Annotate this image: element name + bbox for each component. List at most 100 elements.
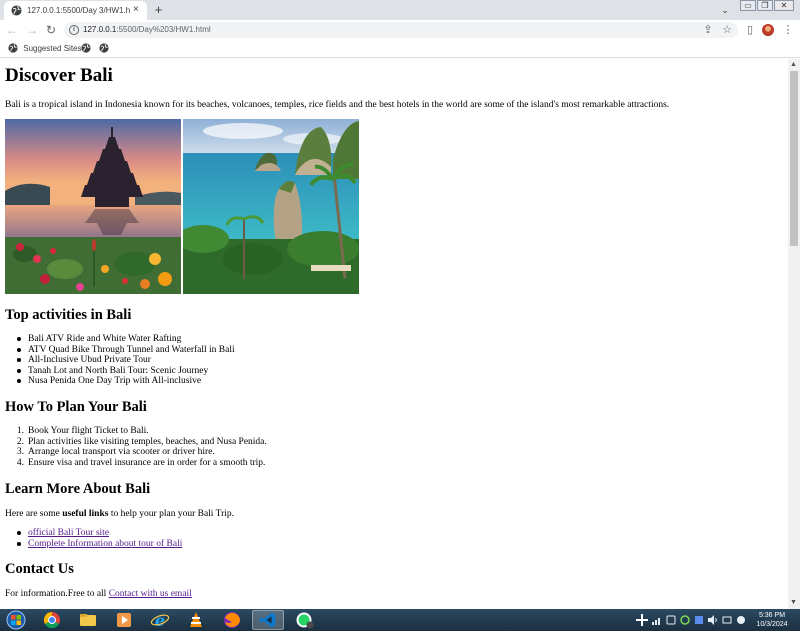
bookmark-item[interactable] bbox=[81, 43, 91, 55]
tab-search-icon[interactable]: ⌄ bbox=[718, 3, 732, 17]
bullet-icon bbox=[17, 379, 21, 383]
intro-paragraph: Bali is a tropical island in Indonesia k… bbox=[5, 100, 670, 110]
bookmarks-bar: Suggested Sites bbox=[0, 40, 800, 58]
plan-text: Plan activities like visiting temples, b… bbox=[28, 436, 267, 447]
start-button[interactable] bbox=[2, 610, 30, 630]
bullet-icon bbox=[17, 531, 21, 535]
list-item: Bali ATV Ride and White Water Rafting bbox=[17, 334, 235, 345]
bookmark-star-icon[interactable]: ☆ bbox=[719, 22, 735, 38]
bullet-icon bbox=[17, 541, 21, 546]
plan-text: Ensure visa and travel insurance are in … bbox=[28, 457, 266, 468]
svg-text:e: e bbox=[155, 611, 165, 630]
globe-icon bbox=[99, 43, 109, 53]
site-info-icon[interactable]: i bbox=[69, 25, 79, 35]
plan-list: 1. Book Your flight Ticket to Bali. 2. Pla… bbox=[17, 426, 267, 469]
list-number: 2. bbox=[16, 436, 24, 447]
activities-heading: Top activities in Bali bbox=[5, 307, 132, 323]
tab-title: 127.0.0.1:5500/Day 3/HW1.html bbox=[27, 6, 130, 15]
whatsapp-icon[interactable] bbox=[288, 610, 320, 630]
temple-photo bbox=[5, 119, 181, 294]
maximize-button[interactable]: ❐ bbox=[757, 0, 773, 11]
tab-close-icon[interactable]: × bbox=[133, 5, 139, 15]
vlc-icon[interactable] bbox=[180, 610, 212, 630]
contact-text: For information.Free to all bbox=[5, 589, 109, 599]
plan-heading: How To Plan Your Bali bbox=[5, 399, 147, 415]
list-item: 4. Ensure visa and travel insurance are i… bbox=[17, 457, 267, 469]
clock-date: 10/3/2024 bbox=[756, 621, 788, 628]
activity-text: Nusa Penida One Day Trip with All-inclus… bbox=[28, 376, 202, 386]
page-title: Discover Bali bbox=[5, 65, 113, 86]
bookmark-suggested-sites[interactable]: Suggested Sites bbox=[8, 43, 82, 55]
complete-info-link[interactable]: Complete Information about tour of Bali bbox=[28, 539, 182, 549]
browser-toolbar: ← → ↻ i 127.0.0.1:5500/Day%203/HW1.html … bbox=[0, 20, 800, 40]
list-item: All-Inclusive Ubud Private Tour bbox=[17, 355, 235, 366]
add-icon[interactable] bbox=[636, 614, 648, 626]
list-item: ATV Quad Bike Through Tunnel and Waterfa… bbox=[17, 345, 235, 356]
menu-icon[interactable]: ⋮ bbox=[780, 22, 796, 38]
url-path: :5500/Day%203/HW1.html bbox=[116, 25, 211, 34]
tray-app-icon[interactable] bbox=[694, 615, 704, 625]
activity-text: All-Inclusive Ubud Private Tour bbox=[28, 355, 151, 365]
beach-photo bbox=[183, 119, 359, 294]
bookmark-label: Suggested Sites bbox=[23, 44, 82, 53]
media-player-icon[interactable] bbox=[108, 610, 140, 630]
learn-text: to help your plan your Bali Trip. bbox=[108, 509, 235, 519]
file-explorer-icon[interactable] bbox=[72, 610, 104, 630]
official-site-link[interactable]: official Bali Tour site bbox=[28, 528, 109, 538]
activity-text: Tanah Lot and North Bali Tour: Scenic Jo… bbox=[28, 365, 209, 376]
list-number: 1. bbox=[16, 426, 24, 436]
profile-avatar[interactable] bbox=[762, 24, 774, 36]
tray-app-icon[interactable] bbox=[736, 615, 746, 625]
chrome-icon[interactable] bbox=[36, 610, 68, 630]
activity-text: Bali ATV Ride and White Water Rafting bbox=[28, 334, 182, 344]
forward-icon[interactable]: → bbox=[24, 22, 40, 38]
scrollbar-thumb[interactable] bbox=[790, 71, 798, 246]
system-clock[interactable]: 5:36 PM 10/3/2024 bbox=[750, 611, 794, 629]
back-icon[interactable]: ← bbox=[4, 22, 20, 38]
list-item: 3. Arrange local transport via scooter or… bbox=[17, 447, 267, 458]
tray-app-icon[interactable] bbox=[680, 615, 690, 625]
minimize-button[interactable]: ▭ bbox=[740, 0, 756, 11]
bullet-icon bbox=[17, 368, 21, 373]
contact-email-link[interactable]: Contact with us email bbox=[109, 589, 192, 599]
scroll-up-icon[interactable]: ▲ bbox=[790, 61, 797, 69]
list-number: 4. bbox=[16, 457, 24, 468]
scroll-down-icon[interactable]: ▼ bbox=[790, 599, 797, 607]
list-number: 3. bbox=[16, 447, 24, 457]
close-window-button[interactable]: ✕ bbox=[774, 0, 794, 11]
new-tab-button[interactable]: + bbox=[151, 2, 166, 17]
list-item: 2. Plan activities like visiting temples,… bbox=[17, 436, 267, 448]
learn-heading: Learn More About Bali bbox=[5, 481, 151, 497]
taskbar: e 5:36 PM 10/3/2024 bbox=[0, 609, 800, 631]
tray-app-icon[interactable] bbox=[722, 615, 732, 625]
vertical-scrollbar[interactable]: ▲ ▼ bbox=[788, 59, 800, 609]
url-host: 127.0.0.1 bbox=[83, 25, 117, 34]
reload-icon[interactable]: ↻ bbox=[43, 22, 59, 38]
vscode-icon[interactable] bbox=[252, 610, 284, 630]
network-icon[interactable] bbox=[652, 615, 662, 625]
plan-text: Arrange local transport via scooter or d… bbox=[28, 447, 215, 457]
url-text: 127.0.0.1:5500/Day%203/HW1.html bbox=[83, 24, 211, 36]
globe-icon bbox=[11, 5, 22, 16]
share-icon[interactable]: ⇪ bbox=[700, 22, 716, 38]
bullet-icon bbox=[17, 347, 21, 352]
contact-heading: Contact Us bbox=[5, 561, 74, 577]
globe-icon bbox=[8, 43, 18, 53]
tray-app-icon[interactable] bbox=[666, 615, 676, 625]
internet-explorer-icon[interactable]: e bbox=[144, 610, 176, 630]
bookmark-item[interactable] bbox=[99, 43, 109, 55]
contact-paragraph: For information.Free to all Contact with… bbox=[5, 588, 192, 600]
list-item: 1. Book Your flight Ticket to Bali. bbox=[17, 426, 267, 437]
list-item: Tanah Lot and North Bali Tour: Scenic Jo… bbox=[17, 365, 235, 377]
learn-paragraph: Here are some useful links to help your … bbox=[5, 508, 234, 520]
list-item: official Bali Tour site bbox=[17, 528, 182, 539]
activities-list: Bali ATV Ride and White Water Rafting AT… bbox=[17, 334, 235, 387]
clock-time: 5:36 PM bbox=[758, 612, 786, 619]
address-bar[interactable]: i 127.0.0.1:5500/Day%203/HW1.html ⇪ ☆ bbox=[64, 22, 738, 38]
plan-text: Book Your flight Ticket to Bali. bbox=[28, 426, 149, 436]
volume-icon[interactable] bbox=[708, 615, 718, 625]
learn-text: Here are some bbox=[5, 509, 63, 519]
firefox-icon[interactable] bbox=[216, 610, 248, 630]
browser-tab[interactable]: 127.0.0.1:5500/Day 3/HW1.html × bbox=[4, 1, 147, 20]
side-panel-icon[interactable]: ▯ bbox=[742, 22, 758, 38]
